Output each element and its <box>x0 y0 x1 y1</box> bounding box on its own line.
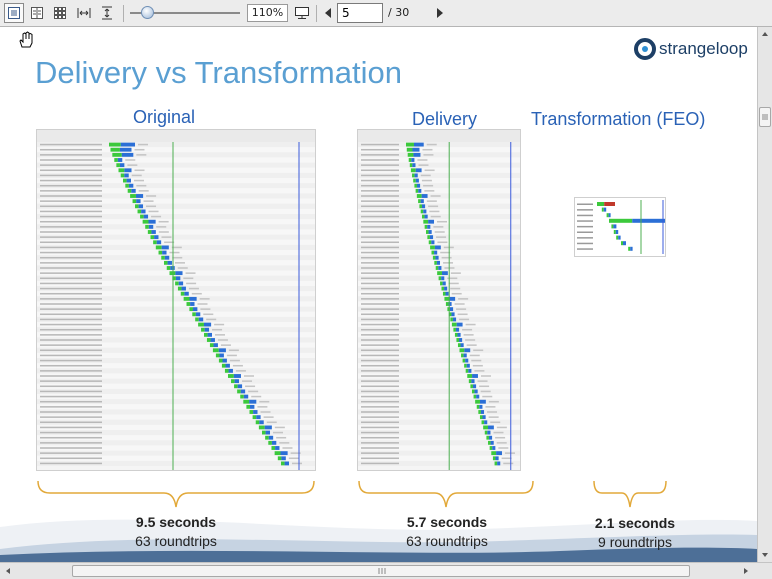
thumbnail-grid-button[interactable] <box>50 3 70 23</box>
stat-original: 9.5 seconds 63 roundtrips <box>96 514 256 549</box>
previous-page-button[interactable] <box>318 3 338 23</box>
grip-icon <box>378 568 386 574</box>
two-page-icon <box>31 7 43 19</box>
fit-width-icon <box>77 8 91 18</box>
fit-height-button[interactable] <box>97 3 117 23</box>
stat-delivery-seconds: 5.7 seconds <box>406 514 488 530</box>
waterfall-chart-delivery <box>357 129 521 471</box>
grip-icon <box>762 114 768 120</box>
fit-width-button[interactable] <box>74 3 94 23</box>
arrow-left-icon <box>6 568 10 574</box>
waterfall-chart-feo <box>574 197 666 257</box>
monitor-icon <box>295 7 309 19</box>
arrow-up-icon <box>762 32 768 36</box>
triangle-left-icon <box>325 8 331 18</box>
triangle-right-icon <box>437 8 443 18</box>
stat-original-seconds: 9.5 seconds <box>135 514 217 530</box>
scroll-left-button[interactable] <box>2 565 14 577</box>
arrow-right-icon <box>744 568 748 574</box>
grid-icon <box>54 7 66 19</box>
strangeloop-logo-icon <box>634 38 656 60</box>
stat-delivery-roundtrips: 63 roundtrips <box>406 533 488 549</box>
vertical-scrollbar[interactable] <box>757 27 772 562</box>
zoom-slider-thumb[interactable] <box>141 6 154 19</box>
horizontal-scrollbar[interactable] <box>0 562 772 579</box>
hand-cursor-icon <box>17 31 35 53</box>
stat-feo-seconds: 2.1 seconds <box>594 515 676 531</box>
next-page-button[interactable] <box>430 3 450 23</box>
vertical-scroll-thumb[interactable] <box>759 107 771 127</box>
waterfall-chart-original <box>36 129 316 471</box>
toolbar-separator <box>316 5 317 22</box>
stat-feo: 2.1 seconds 9 roundtrips <box>555 515 715 550</box>
stat-delivery: 5.7 seconds 63 roundtrips <box>367 514 527 549</box>
heading-delivery: Delivery <box>412 109 478 129</box>
fit-height-icon <box>102 6 112 20</box>
logo-text: strangeloop <box>659 39 748 58</box>
fullscreen-button[interactable] <box>292 3 312 23</box>
zoom-level[interactable]: 110% <box>247 4 288 22</box>
page-number-input[interactable]: 5 <box>337 3 383 23</box>
arrow-down-icon <box>762 553 768 557</box>
slide-title: Delivery vs Transformation <box>35 55 402 90</box>
page-total: / 30 <box>388 6 410 19</box>
strangeloop-logo: strangeloop <box>634 38 748 60</box>
single-page-view-button[interactable] <box>4 3 24 23</box>
two-page-view-button[interactable] <box>27 3 47 23</box>
heading-transformation: Transformation (FEO) <box>531 109 706 129</box>
scroll-up-button[interactable] <box>759 28 771 40</box>
heading-original: Original <box>133 107 196 127</box>
scroll-down-button[interactable] <box>759 549 771 561</box>
toolbar-separator <box>123 5 124 22</box>
slide-canvas: strangeloop Delivery vs Transformation O… <box>0 27 757 562</box>
stat-feo-roundtrips: 9 roundtrips <box>598 534 672 550</box>
zoom-slider[interactable] <box>130 4 242 22</box>
viewer-toolbar: 110% 5 / 30 <box>0 0 772 27</box>
stat-original-roundtrips: 63 roundtrips <box>135 533 217 549</box>
scroll-right-button[interactable] <box>740 565 752 577</box>
horizontal-scroll-thumb[interactable] <box>72 565 690 577</box>
single-page-icon <box>8 7 20 19</box>
